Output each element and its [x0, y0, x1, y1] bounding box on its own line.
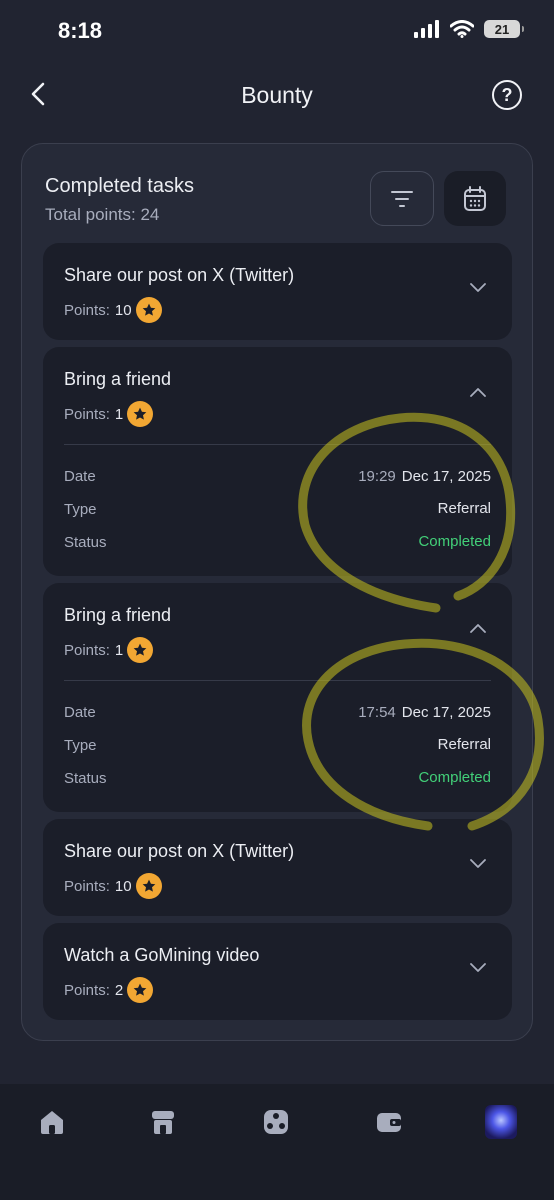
task-card[interactable]: Share our post on X (Twitter) Points: 10: [43, 819, 512, 916]
task-card-expanded[interactable]: Bring a friend Points: 1 Date 17:54 Dec 1…: [43, 583, 512, 812]
date-label: Date: [64, 704, 96, 721]
header: Bounty ?: [0, 64, 554, 128]
star-icon: [135, 873, 162, 899]
tab-profile[interactable]: [483, 1104, 519, 1140]
points-label: Points:: [64, 877, 110, 895]
points-value: 2: [114, 981, 124, 999]
divider: [64, 680, 491, 681]
filter-icon: [391, 190, 413, 207]
time-value: 19:29: [358, 468, 396, 485]
filter-button[interactable]: [370, 171, 434, 226]
task-card[interactable]: Share our post on X (Twitter) Points: 10: [43, 243, 512, 340]
status-label: Status: [64, 534, 107, 551]
calendar-button[interactable]: [444, 171, 506, 226]
date-label: Date: [64, 468, 96, 485]
tab-home[interactable]: [34, 1104, 70, 1140]
time-value: 17:54: [358, 704, 396, 721]
type-value: Referral: [437, 500, 491, 517]
type-label: Type: [64, 501, 97, 518]
wallet-icon: [377, 1113, 401, 1132]
task-title: Bring a friend: [64, 369, 172, 389]
completed-tasks-panel: Completed tasks Total points: 24 Share o…: [21, 143, 533, 1041]
points-value: 10: [114, 877, 132, 895]
star-icon: [127, 637, 154, 663]
status-value: Completed: [418, 533, 491, 550]
question-circle-icon: ?: [501, 84, 513, 105]
chevron-down-icon[interactable]: [470, 963, 486, 973]
task-points: Points: 10: [64, 297, 162, 323]
status-indicators: 21: [414, 20, 524, 38]
star-icon: [127, 401, 154, 427]
task-points: Points: 1: [64, 401, 154, 427]
points-value: 1: [114, 641, 124, 659]
task-points: Points: 10: [64, 873, 162, 899]
page-title: Bounty: [241, 82, 313, 108]
chevron-up-icon[interactable]: [470, 387, 486, 397]
tab-wallet[interactable]: [371, 1104, 407, 1140]
bottom-tab-bar: [0, 1084, 554, 1200]
status-bar: 8:18 21: [0, 0, 554, 64]
chevron-down-icon[interactable]: [470, 859, 486, 869]
points-label: Points:: [64, 301, 110, 319]
star-icon: [135, 297, 162, 323]
task-card-expanded[interactable]: Bring a friend Points: 1 Date 19:29 Dec 1…: [43, 347, 512, 576]
chevron-down-icon[interactable]: [470, 283, 486, 293]
panel-title: Completed tasks: [45, 175, 194, 197]
star-icon: [127, 977, 154, 1003]
points-value: 10: [114, 301, 132, 319]
task-title: Share our post on X (Twitter): [64, 265, 295, 285]
help-button[interactable]: ?: [492, 80, 522, 110]
points-label: Points:: [64, 641, 110, 659]
signal-icon: [414, 20, 439, 38]
status-label: Status: [64, 770, 107, 787]
tab-shop[interactable]: [145, 1104, 181, 1140]
home-icon: [41, 1111, 63, 1134]
calendar-icon: [464, 185, 486, 211]
status-value: Completed: [418, 769, 491, 786]
type-value: Referral: [437, 736, 491, 753]
points-label: Points:: [64, 981, 110, 999]
task-points: Points: 1: [64, 637, 154, 663]
task-card[interactable]: Watch a GoMining video Points: 2: [43, 923, 512, 1020]
type-label: Type: [64, 737, 97, 754]
profile-avatar: [485, 1105, 517, 1139]
tab-games[interactable]: [258, 1104, 294, 1140]
status-time: 8:18: [58, 18, 103, 43]
date-text: Dec 17, 2025: [401, 468, 491, 485]
shop-icon: [152, 1111, 174, 1134]
wifi-icon: [450, 20, 474, 38]
task-title: Bring a friend: [64, 605, 172, 625]
task-points: Points: 2: [64, 977, 154, 1003]
date-value: 19:29 Dec 17, 2025: [358, 468, 491, 485]
date-value: 17:54 Dec 17, 2025: [358, 704, 491, 721]
divider: [64, 444, 491, 445]
battery-icon: 21: [484, 20, 524, 38]
task-title: Share our post on X (Twitter): [64, 841, 295, 861]
task-title: Watch a GoMining video: [64, 945, 260, 965]
date-text: Dec 17, 2025: [401, 704, 491, 721]
games-icon: [264, 1110, 288, 1134]
chevron-up-icon[interactable]: [470, 623, 486, 633]
total-points: Total points: 24: [45, 205, 160, 224]
points-value: 1: [114, 405, 124, 423]
points-label: Points:: [64, 405, 110, 423]
